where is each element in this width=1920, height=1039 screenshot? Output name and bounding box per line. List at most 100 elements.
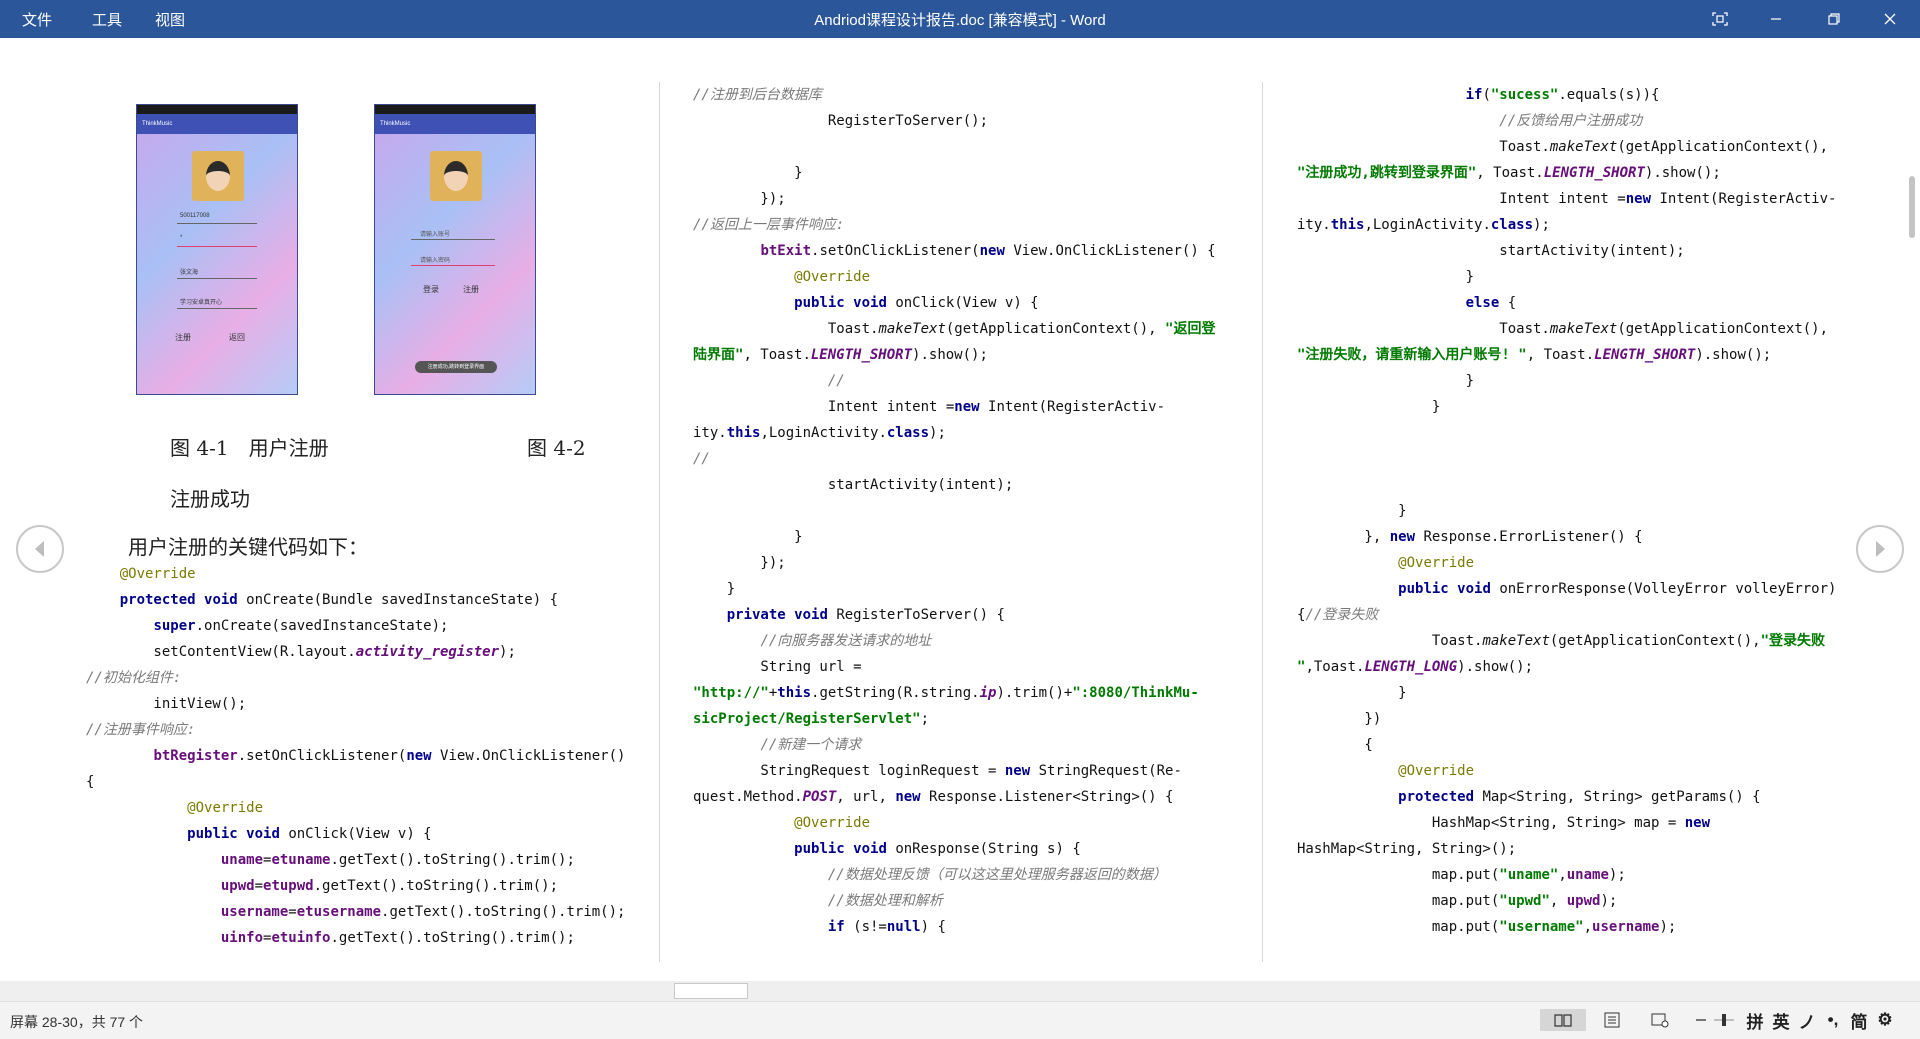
code-line: public void onClick(View v) { [187, 826, 432, 842]
code-line: HashMap<String, String> map = new [1297, 815, 1711, 831]
figure-register-success-screenshot: ThinkMusic 请输入账号 请输入密码 登录 注册 注册成功,跳转到登录界… [374, 104, 536, 395]
menu-view[interactable]: 视图 [155, 9, 185, 30]
code-line: btExit.setOnClickListener(new View.OnCli… [760, 243, 1216, 259]
code-line: // [827, 373, 845, 389]
code-line: HashMap<String, String>(); [1297, 841, 1517, 857]
code-line: {//登录失败 [1297, 607, 1379, 623]
title-bar: 文件 工具 视图 Andriod课程设计报告.doc [兼容模式] - Word [0, 0, 1920, 38]
code-line: }); [693, 191, 786, 207]
code-line: ",Toast.LENGTH_LONG).show(); [1297, 659, 1534, 675]
register-button-image: 注册 [175, 333, 191, 342]
web-layout-icon [1651, 1013, 1669, 1028]
code-column-2: //注册到后台数据库 RegisterToServer(); } }); //返… [693, 82, 1216, 940]
ime-punctuation-icon[interactable]: •, [1822, 1009, 1844, 1031]
scroll-thumb[interactable] [674, 983, 748, 999]
code-line: btRegister.setOnClickListener(new View.O… [153, 748, 626, 764]
next-page-button[interactable] [1856, 525, 1904, 573]
print-layout-icon [1604, 1012, 1620, 1028]
code-line: }) [1297, 711, 1382, 727]
code-line: protected void onCreate(Bundle savedInst… [119, 592, 559, 608]
code-line: "http://"+this.getString(R.string.ip).tr… [693, 685, 1199, 701]
code-line: ity.this,LoginActivity.class); [693, 425, 946, 441]
zoom-slider-thumb-icon [1714, 1014, 1734, 1026]
code-line: map.put("uname",uname); [1297, 867, 1626, 883]
figure-caption-2: 图 4-2 [527, 436, 586, 460]
code-line: @Override [187, 800, 264, 816]
status-bar: 屏幕 28-30，共 77 个 拼 英 ノ •, 简 ⚙ [0, 1001, 1920, 1039]
code-line: setContentView(R.layout.activity_registe… [86, 644, 516, 660]
app-bar-title: ThinkMusic [375, 114, 535, 134]
code-line: Intent intent =new Intent(RegisterActiv- [693, 399, 1166, 415]
ime-fullwidth-icon[interactable]: ノ [1796, 1009, 1818, 1032]
code-line: public void onClick(View v) { [794, 295, 1039, 311]
code-line: "注册失败，请重新输入用户账号! ", Toast.LENGTH_SHORT).… [1297, 347, 1772, 363]
document-reading-area[interactable]: ThinkMusic 500117008 * 张文海 学习安卓真开心 注册 返回… [0, 38, 1920, 981]
print-layout-button[interactable] [1592, 1009, 1632, 1031]
zoom-slider[interactable] [1712, 1009, 1736, 1031]
menu-tools[interactable]: 工具 [92, 9, 122, 30]
code-line: Toast.makeText(getApplicationContext(),"… [1297, 633, 1826, 649]
code-line: super.onCreate(savedInstanceState); [153, 618, 449, 634]
code-line: //初始化组件: [86, 670, 182, 686]
focus-mode-button[interactable] [1697, 0, 1743, 38]
restore-button[interactable] [1811, 0, 1857, 38]
code-column-1: @Override protected void onCreate(Bundle… [86, 561, 625, 951]
toast-message: 注册成功,跳转到登录界面 [415, 361, 497, 373]
code-line: @Override [119, 566, 196, 582]
code-line: @Override [794, 269, 871, 285]
code-line: uname=etuname.getText().toString().trim(… [220, 852, 575, 868]
code-line: startActivity(intent); [693, 477, 1014, 493]
code-line: protected Map<String, String> getParams(… [1398, 789, 1761, 805]
read-mode-button[interactable] [1540, 1009, 1586, 1031]
code-line: Toast.makeText(getApplicationContext(), [1297, 321, 1829, 337]
code-line: private void RegisterToServer() { [726, 607, 1005, 623]
login-button-image: 登录 [423, 285, 439, 294]
focus-mode-icon [1712, 12, 1728, 26]
code-line: // [693, 451, 710, 467]
figure-caption-1: 图 4-1 用户注册 [170, 436, 329, 460]
code-line: } [1297, 373, 1475, 389]
code-line: Toast.makeText(getApplicationContext(), … [693, 321, 1216, 337]
code-line: 陆界面", Toast.LENGTH_SHORT).show(); [693, 347, 988, 363]
code-line: //向服务器发送请求的地址 [760, 633, 932, 649]
field-text: 学习安卓真开心 [180, 300, 223, 306]
vertical-scrollbar[interactable] [1909, 176, 1915, 238]
avatar-image [192, 151, 244, 201]
ime-pinyin-icon[interactable]: 拼 [1744, 1009, 1766, 1032]
code-line: Intent intent =new Intent(RegisterActiv- [1297, 191, 1837, 207]
code-line: Toast.makeText(getApplicationContext(), [1297, 139, 1829, 155]
code-line: else { [1465, 295, 1517, 311]
code-line: startActivity(intent); [1297, 243, 1685, 259]
code-line: public void onErrorResponse(VolleyError … [1398, 581, 1837, 597]
code-line: //数据处理反馈（可以这这里处理服务器返回的数据） [827, 867, 1167, 883]
ime-english-icon[interactable]: 英 [1770, 1009, 1792, 1032]
page-divider [1262, 82, 1263, 962]
code-line: } [1297, 399, 1441, 415]
code-line: } [1297, 269, 1475, 285]
code-line: @Override [1398, 763, 1475, 779]
field-text: 500117008 [180, 213, 210, 219]
code-line: } [693, 581, 736, 597]
horizontal-scrollbar[interactable] [0, 981, 1920, 1001]
code-line: //数据处理和解析 [827, 893, 943, 909]
web-layout-button[interactable] [1640, 1009, 1680, 1031]
code-intro-text: 用户注册的关键代码如下： [128, 535, 368, 559]
code-line: if("sucess".equals(s)){ [1465, 87, 1660, 103]
page-divider [659, 82, 660, 962]
ime-settings-icon[interactable]: ⚙ [1874, 1009, 1896, 1031]
ime-simplified-icon[interactable]: 简 [1848, 1009, 1870, 1032]
code-line: } [1297, 685, 1407, 701]
previous-page-button[interactable] [16, 525, 64, 573]
code-line: }); [693, 555, 786, 571]
zoom-out-button[interactable] [1694, 1009, 1708, 1031]
code-line: "注册成功,跳转到登录界面", Toast.LENGTH_SHORT).show… [1297, 165, 1721, 181]
minimize-button[interactable] [1753, 0, 1799, 38]
register-button-image: 注册 [463, 285, 479, 294]
code-line: //新建一个请求 [760, 737, 862, 753]
code-line: StringRequest loginRequest = new StringR… [693, 763, 1182, 779]
close-button[interactable] [1867, 0, 1913, 38]
menu-file[interactable]: 文件 [22, 9, 52, 30]
restore-icon [1828, 13, 1840, 25]
